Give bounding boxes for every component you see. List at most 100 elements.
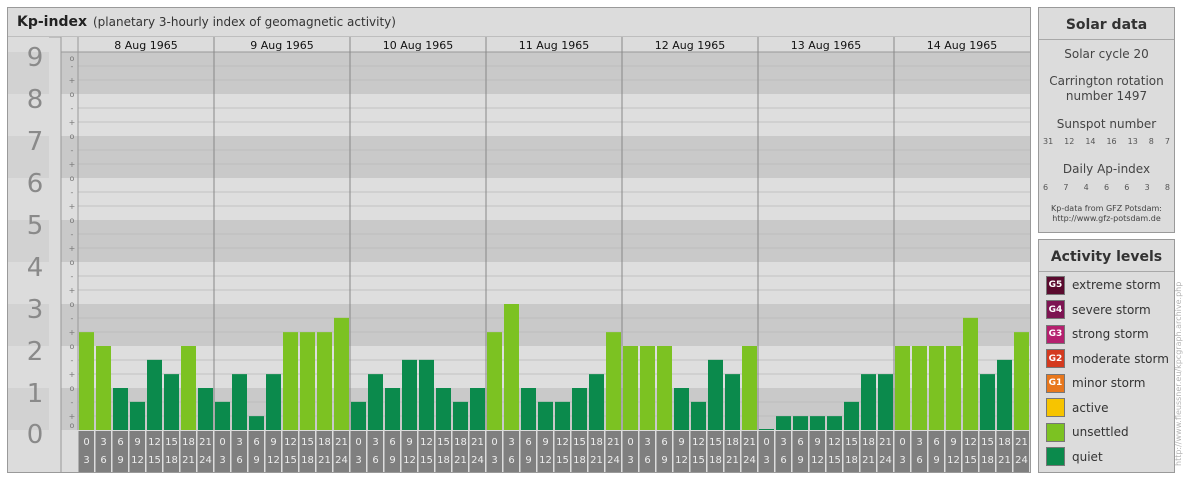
interval-start-label: 9 — [134, 437, 140, 448]
kp-bar — [691, 401, 706, 430]
source-link[interactable]: http://www.gfz-potsdam.de — [1039, 214, 1174, 224]
interval-end-label: 18 — [165, 455, 178, 466]
interval-end-label: 9 — [661, 455, 667, 466]
kp-bar — [640, 346, 655, 430]
interval-start-label: 0 — [763, 437, 769, 448]
kp-bar — [249, 416, 264, 430]
y-minor-label: o — [70, 258, 75, 267]
interval-start-label: 6 — [389, 437, 395, 448]
kp-chart: 0123456789o+-o+-o+-o+-o+-o+-o+-o+-o+-o8 … — [8, 36, 1030, 472]
interval-end-label: 12 — [539, 455, 552, 466]
kp-bar — [572, 388, 587, 430]
interval-start-label: 6 — [661, 437, 667, 448]
ap-values: 6 7 4 6 6 3 8 — [1043, 183, 1170, 192]
interval-end-label: 6 — [372, 455, 378, 466]
interval-start-label: 21 — [743, 437, 756, 448]
interval-end-label: 6 — [644, 455, 650, 466]
activity-levels-title: Activity levels — [1050, 249, 1163, 265]
interval-end-label: 21 — [862, 455, 875, 466]
interval-start-label: 6 — [525, 437, 531, 448]
legend-item: G2 moderate storm — [1046, 349, 1169, 368]
sunspot-values: 31 12 14 16 13 8 7 — [1043, 137, 1170, 146]
interval-end-label: 15 — [556, 455, 569, 466]
y-tick-label: 0 — [27, 420, 44, 450]
y-minor-label: + — [69, 244, 76, 253]
interval-end-label: 9 — [525, 455, 531, 466]
interval-start-label: 12 — [420, 437, 433, 448]
kp-bar — [742, 346, 757, 430]
day-label: 11 Aug 1965 — [519, 39, 589, 52]
kp-bar — [232, 374, 247, 430]
interval-start-label: 21 — [607, 437, 620, 448]
kp-bar — [997, 359, 1012, 430]
kp-bar — [300, 332, 315, 430]
day-label: 8 Aug 1965 — [114, 39, 177, 52]
grid-band — [61, 304, 1030, 346]
interval-end-label: 6 — [508, 455, 514, 466]
interval-start-label: 3 — [916, 437, 922, 448]
y-minor-label: o — [70, 421, 75, 430]
sunspot-value: 7 — [1164, 137, 1170, 146]
interval-start-label: 6 — [797, 437, 803, 448]
interval-end-label: 15 — [284, 455, 297, 466]
kp-bar — [980, 374, 995, 430]
kp-bar — [436, 388, 451, 430]
interval-end-label: 9 — [117, 455, 123, 466]
kp-bar — [521, 388, 536, 430]
y-minor-label: - — [71, 146, 74, 155]
kp-bar — [912, 346, 927, 430]
interval-end-label: 21 — [590, 455, 603, 466]
interval-end-label: 15 — [828, 455, 841, 466]
ap-value: 4 — [1083, 183, 1089, 192]
interval-end-label: 24 — [879, 455, 892, 466]
legend-label: active — [1072, 400, 1109, 415]
interval-start-label: 18 — [726, 437, 739, 448]
kp-bar — [725, 374, 740, 430]
y-minor-label: o — [70, 384, 75, 393]
legend-swatch — [1046, 447, 1065, 466]
interval-start-label: 15 — [573, 437, 586, 448]
interval-end-label: 15 — [148, 455, 161, 466]
kp-bar — [793, 416, 808, 430]
interval-end-label: 12 — [675, 455, 688, 466]
legend-item: G5 extreme storm — [1046, 275, 1161, 295]
legend-item: G3 strong storm — [1046, 324, 1149, 344]
interval-start-label: 3 — [236, 437, 242, 448]
interval-end-label: 24 — [743, 455, 756, 466]
kp-bar — [96, 346, 111, 430]
kp-bar — [164, 374, 179, 430]
interval-end-label: 18 — [981, 455, 994, 466]
interval-end-label: 9 — [797, 455, 803, 466]
interval-start-label: 6 — [933, 437, 939, 448]
ap-value: 3 — [1144, 183, 1150, 192]
y-minor-label: o — [70, 174, 75, 183]
interval-end-label: 15 — [420, 455, 433, 466]
y-minor-label: - — [71, 104, 74, 113]
kp-bar — [844, 401, 859, 430]
interval-start-label: 15 — [437, 437, 450, 448]
sunspot-value: 31 — [1043, 137, 1054, 146]
kp-bar — [895, 346, 910, 430]
y-minor-label: o — [70, 132, 75, 141]
kp-bar — [759, 429, 774, 430]
source-line1: Kp-data from GFZ Potsdam: — [1051, 204, 1162, 213]
interval-start-label: 15 — [981, 437, 994, 448]
kp-bar — [589, 374, 604, 430]
interval-start-label: 18 — [862, 437, 875, 448]
legend-label: minor storm — [1072, 376, 1146, 390]
interval-start-label: 18 — [590, 437, 603, 448]
y-minor-label: - — [71, 398, 74, 407]
interval-end-label: 15 — [692, 455, 705, 466]
interval-end-label: 6 — [236, 455, 242, 466]
interval-start-label: 0 — [83, 437, 89, 448]
kp-bar — [402, 359, 417, 430]
legend-swatch: G1 — [1046, 373, 1065, 393]
y-tick-label: 3 — [27, 295, 44, 325]
interval-end-label: 6 — [916, 455, 922, 466]
interval-end-label: 3 — [355, 455, 361, 466]
interval-end-label: 21 — [454, 455, 467, 466]
carrington-line2: number 1497 — [1065, 89, 1148, 103]
day-label: 14 Aug 1965 — [927, 39, 997, 52]
interval-end-label: 21 — [726, 455, 739, 466]
y-minor-label: + — [69, 412, 76, 421]
